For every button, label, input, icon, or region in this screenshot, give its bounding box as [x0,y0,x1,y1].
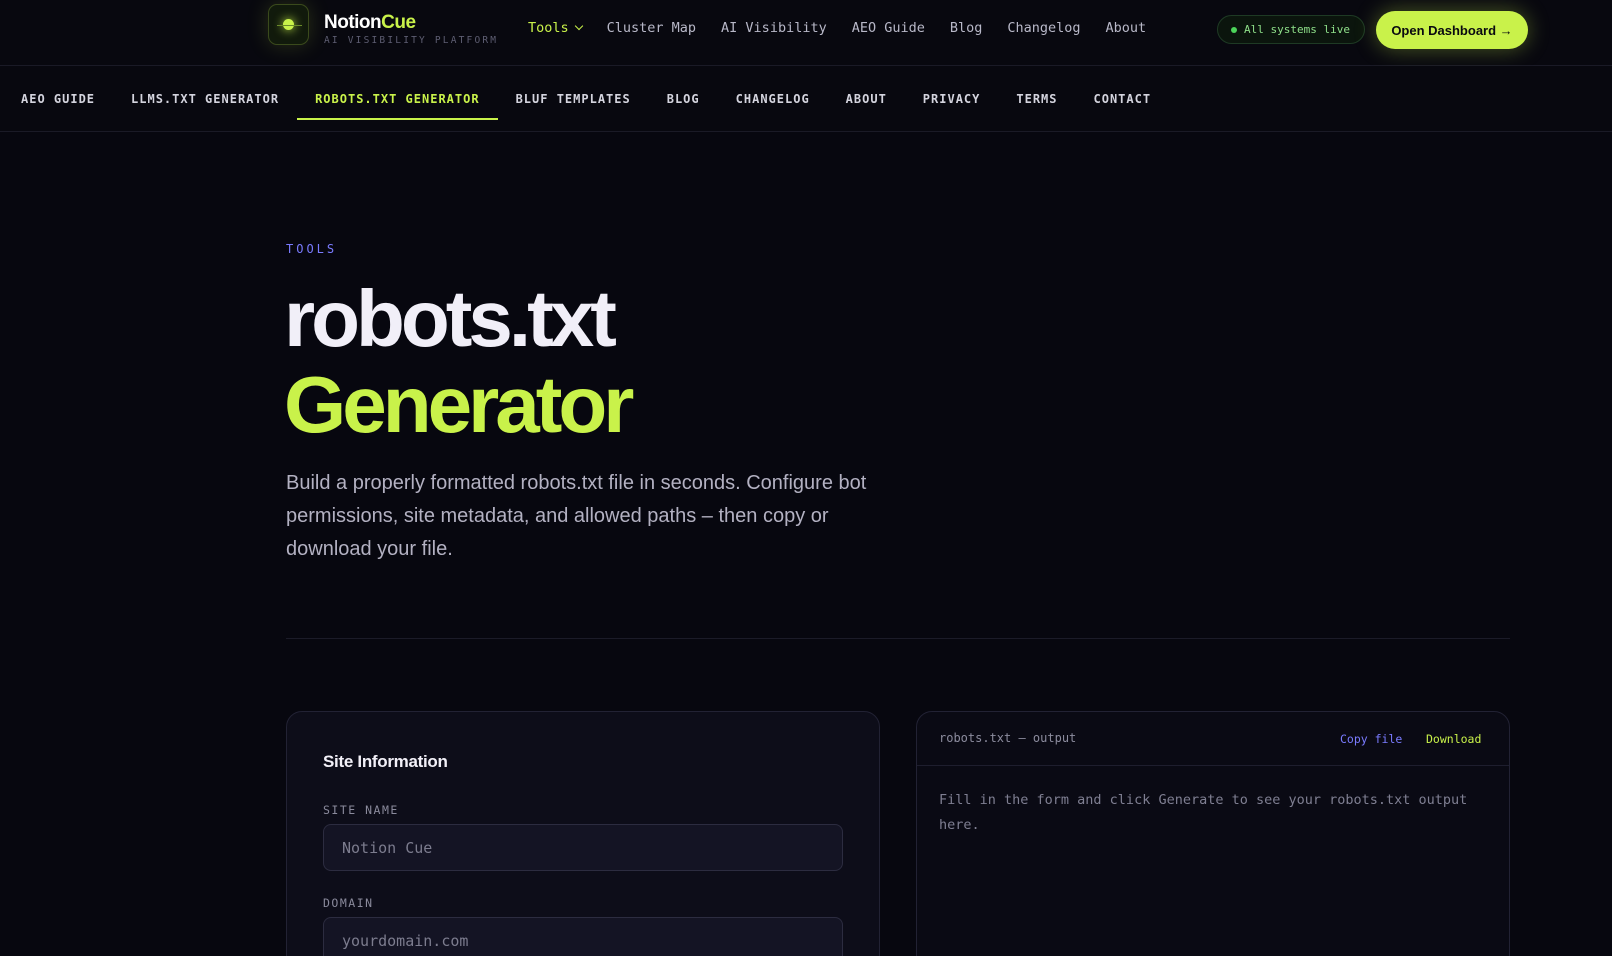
chevron-down-icon [574,21,583,31]
section-divider [286,638,1510,639]
output-placeholder: Fill in the form and click Generate to s… [939,792,1468,833]
copy-file-button[interactable]: Copy file [1340,732,1402,746]
subnav-changelog[interactable]: CHANGELOG [718,66,828,132]
top-header: NotionCue AI VISIBILITY PLATFORM Tools C… [0,0,1612,66]
secondary-nav: AEO GUIDE LLMS.TXT GENERATOR ROBOTS.TXT … [0,66,1612,132]
card-title: Site Information [323,752,448,771]
nav-cluster-map[interactable]: Cluster Map [607,20,696,36]
subnav-robots-txt-generator[interactable]: ROBOTS.TXT GENERATOR [297,66,498,132]
nav-about[interactable]: About [1106,20,1147,36]
status-dot-icon [1231,26,1237,33]
section-eyebrow: TOOLS [286,242,338,256]
logo-icon[interactable] [268,4,309,45]
subnav-blog[interactable]: BLOG [649,66,718,132]
output-title: robots.txt — output [939,731,1077,745]
nav-tools[interactable]: Tools [528,20,583,36]
subnav-privacy[interactable]: PRIVACY [905,66,999,132]
open-dashboard-button[interactable]: Open Dashboard → [1376,11,1528,49]
page-title-line-2: Generator [284,360,634,449]
nav-ai-visibility[interactable]: AI Visibility [721,20,827,36]
subnav-bluf-templates[interactable]: BLUF TEMPLATES [498,66,649,132]
nav-blog[interactable]: Blog [950,20,983,36]
output-header: robots.txt — output Copy file Download [917,712,1509,766]
brand-name[interactable]: NotionCue [324,12,416,34]
output-panel: robots.txt — output Copy file Download F… [916,711,1510,956]
site-name-input[interactable] [323,824,843,871]
domain-input[interactable] [323,917,843,956]
nav-aeo-guide[interactable]: AEO Guide [852,20,925,36]
domain-label: DOMAIN [323,896,374,910]
main-nav: Tools Cluster Map AI Visibility AEO Guid… [528,20,1171,36]
site-information-card: Site Information SITE NAME DOMAIN [286,711,880,956]
page-title-line-1: robots.txt [284,274,617,363]
nav-changelog[interactable]: Changelog [1007,20,1080,36]
subnav-about[interactable]: ABOUT [828,66,905,132]
subnav-contact[interactable]: CONTACT [1076,66,1170,132]
brand-tagline: AI VISIBILITY PLATFORM [324,35,499,46]
subnav-terms[interactable]: TERMS [998,66,1075,132]
site-name-label: SITE NAME [323,803,399,817]
status-badge: All systems live [1217,15,1365,44]
subnav-aeo-guide[interactable]: AEO GUIDE [21,66,113,132]
page-title: robots.txt Generator [284,274,634,449]
download-button[interactable]: Download [1426,732,1481,746]
page-description: Build a properly formatted robots.txt fi… [286,472,867,560]
subnav-llms-txt-generator[interactable]: LLMS.TXT GENERATOR [113,66,297,132]
